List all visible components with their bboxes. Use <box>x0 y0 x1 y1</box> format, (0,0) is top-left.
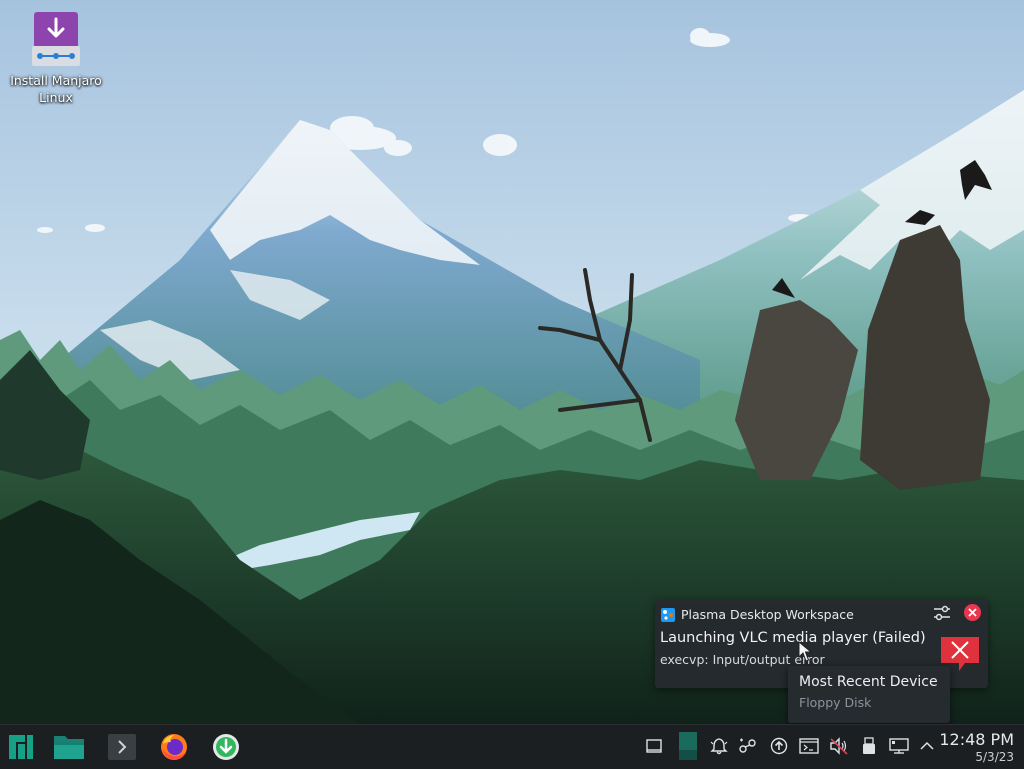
digital-clock[interactable]: 12:48 PM 5/3/23 <box>939 730 1014 765</box>
manjaro-menu-icon[interactable] <box>5 731 37 763</box>
desktop-icon-install-manjaro[interactable]: Install Manjaro Linux <box>6 10 106 106</box>
device-tooltip: Most Recent Device Floppy Disk <box>788 666 950 723</box>
notification-close-button[interactable] <box>964 604 981 621</box>
close-icon <box>968 608 977 617</box>
network-icon[interactable] <box>737 735 759 757</box>
installer-icon[interactable] <box>210 731 242 763</box>
tooltip-title: Most Recent Device <box>799 674 938 690</box>
plasma-icon <box>661 607 675 622</box>
notification-configure-button[interactable] <box>932 604 952 622</box>
settings-sliders-icon <box>934 605 950 621</box>
terminal-icon[interactable] <box>106 731 138 763</box>
mouse-cursor-icon <box>798 641 812 662</box>
notifications-icon[interactable] <box>708 735 730 757</box>
updates-icon[interactable] <box>768 735 790 757</box>
clock-time: 12:48 PM <box>939 730 1014 749</box>
taskbar-panel: 12:48 PM 5/3/23 <box>0 724 1024 769</box>
notification-app-name: Plasma Desktop Workspace <box>681 606 854 622</box>
desktop-icon-label: Install Manjaro Linux <box>10 73 102 105</box>
virtual-desktop-icon[interactable] <box>677 731 699 761</box>
notification-header: Plasma Desktop Workspace <box>661 605 854 623</box>
removable-device-icon[interactable] <box>858 735 880 757</box>
firefox-icon[interactable] <box>158 731 190 763</box>
tooltip-subtitle: Floppy Disk <box>799 695 872 710</box>
install-manjaro-icon <box>28 10 84 70</box>
display-icon[interactable] <box>888 735 910 757</box>
file-manager-icon[interactable] <box>53 731 85 763</box>
show-desktop-icon[interactable] <box>643 735 665 757</box>
console-icon[interactable] <box>798 735 820 757</box>
tray-expand-icon[interactable] <box>916 735 938 757</box>
clock-date: 5/3/23 <box>975 750 1014 764</box>
notification-title: Launching VLC media player (Failed) <box>660 630 926 646</box>
volume-muted-icon[interactable] <box>828 735 850 757</box>
